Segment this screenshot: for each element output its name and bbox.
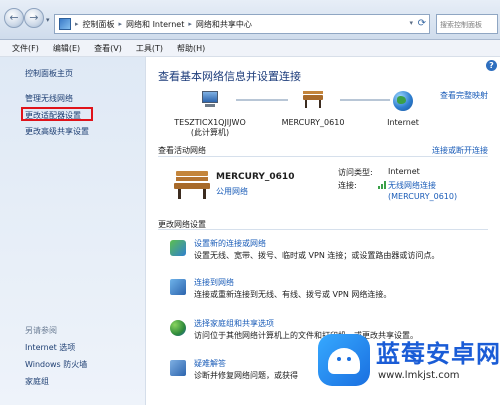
connect-network-icon [170,279,186,295]
back-button[interactable]: ← [4,8,24,28]
computer-icon [199,91,221,111]
bench-network-icon [301,91,325,109]
sidebar: 控制面板主页 管理无线网络 更改适配器设置 更改高级共享设置 另请参阅 Inte… [0,57,146,405]
wireless-connection-ssid[interactable]: (MERCURY_0610) [388,192,457,201]
search-input[interactable]: 搜索控制面板 [436,14,498,34]
sidebar-item-control-panel-home[interactable]: 控制面板主页 [25,68,73,79]
wireless-connection-link[interactable]: 无线网络连接 [388,180,436,191]
task-troubleshoot-desc: 诊断并修复网络问题，或获得 [194,371,298,380]
title-bar: ← → ▾ ▸ 控制面板 ▸ 网络和 Internet ▸ 网络和共享中心 ▾ … [0,0,500,40]
watermark-url: www.lmkjst.com [378,370,460,381]
refresh-icon[interactable]: ⟳ [418,18,426,29]
task-new-connection-desc: 设置无线、宽带、拨号、临时或 VPN 连接；或设置路由器或访问点。 [194,251,440,260]
menu-tools[interactable]: 工具(T) [136,43,163,54]
active-networks-heading: 查看活动网络 [158,146,206,155]
address-dropdown-icon[interactable]: ▾ [409,19,413,27]
globe-icon [393,91,413,111]
help-icon[interactable]: ? [486,60,497,71]
task-connect-network-link[interactable]: 连接到网络 [194,277,234,288]
bench-network-icon [174,169,210,199]
menu-view[interactable]: 查看(V) [94,43,122,54]
active-network-name: MERCURY_0610 [216,172,295,182]
menu-help[interactable]: 帮助(H) [177,43,205,54]
task-connect-network-desc: 连接或重新连接到无线、有线、拨号或 VPN 网络连接。 [194,290,392,299]
active-network: MERCURY_0610 公用网络 [174,169,324,209]
breadcrumb-network-internet[interactable]: 网络和 Internet [126,19,184,30]
task-connect-network: 连接到网络 连接或重新连接到无线、有线、拨号或 VPN 网络连接。 [170,277,480,307]
sidebar-item-internet-options[interactable]: Internet 选项 [25,342,75,353]
task-new-connection: 设置新的连接或网络 设置无线、宽带、拨号、临时或 VPN 连接；或设置路由器或访… [170,238,480,268]
node-router[interactable]: MERCURY_0610 [273,91,353,127]
task-troubleshoot-link[interactable]: 疑难解答 [194,358,226,369]
node-internet[interactable]: Internet [368,91,438,127]
menu-bar: 文件(F) 编辑(E) 查看(V) 工具(T) 帮助(H) [0,40,500,57]
homegroup-icon [170,320,186,336]
connect-disconnect-link[interactable]: 连接或断开连接 [432,145,488,156]
task-new-connection-link[interactable]: 设置新的连接或网络 [194,238,266,249]
address-bar[interactable]: ▸ 控制面板 ▸ 网络和 Internet ▸ 网络和共享中心 ▾ ⟳ [54,14,430,34]
troubleshoot-icon [170,360,186,376]
control-panel-icon [59,18,71,30]
sidebar-item-manage-wireless[interactable]: 管理无线网络 [25,93,73,104]
recent-pages-dropdown-icon[interactable]: ▾ [46,16,50,24]
forward-button[interactable]: → [24,8,44,28]
see-also-heading: 另请参阅 [25,326,57,335]
signal-bars-icon [378,181,386,189]
sidebar-item-advanced-sharing[interactable]: 更改高级共享设置 [25,126,89,137]
breadcrumb-control-panel[interactable]: 控制面板 [83,19,115,30]
sidebar-item-windows-firewall[interactable]: Windows 防火墙 [25,359,87,370]
breadcrumb-network-sharing-center[interactable]: 网络和共享中心 [196,19,252,30]
divider [158,156,488,157]
divider [158,229,488,230]
network-type-link[interactable]: 公用网络 [216,186,248,197]
task-homegroup-link[interactable]: 选择家庭组和共享选项 [194,318,274,329]
page-title: 查看基本网络信息并设置连接 [158,70,301,83]
menu-edit[interactable]: 编辑(E) [53,43,80,54]
new-connection-icon [170,240,186,256]
watermark-title: 蓝莓安卓网 [376,340,500,368]
highlight-box [21,107,93,121]
android-logo-icon [318,334,370,386]
connection-label: 连接: [338,181,357,190]
access-type-value: Internet [388,167,420,176]
access-type-label: 访问类型: [338,168,373,177]
watermark: 蓝莓安卓网 www.lmkjst.com [318,326,500,405]
sidebar-item-homegroup[interactable]: 家庭组 [25,376,49,387]
menu-file[interactable]: 文件(F) [12,43,39,54]
